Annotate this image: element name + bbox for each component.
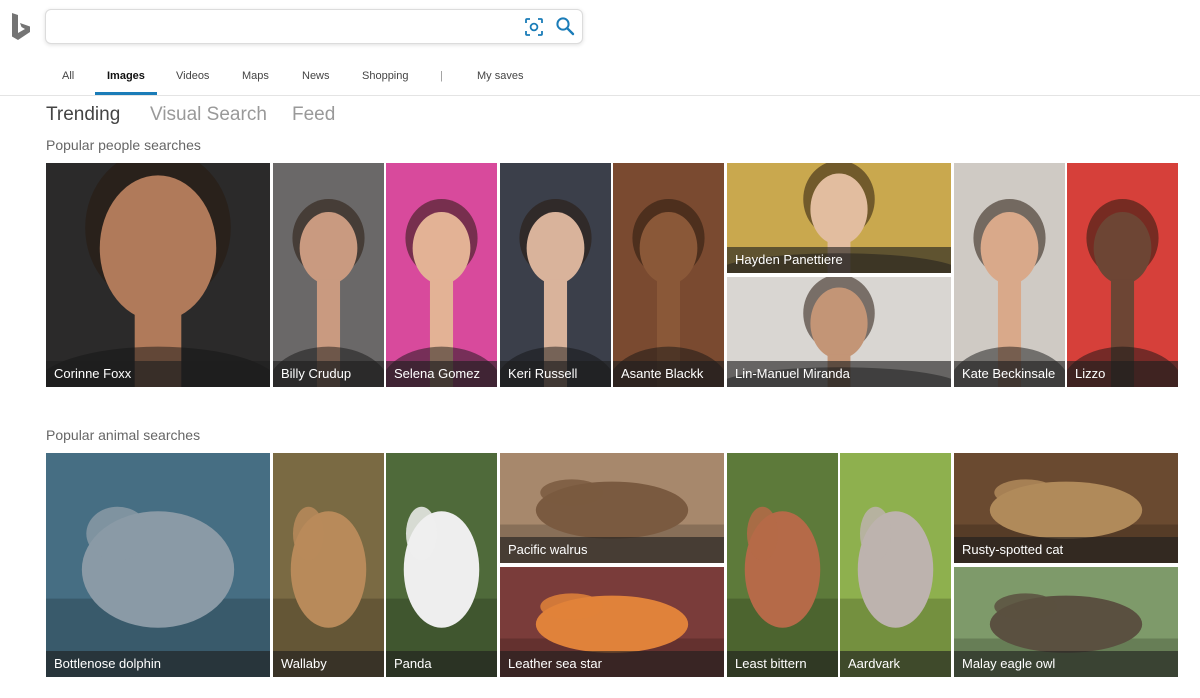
tile-caption: Malay eagle owl — [954, 651, 1178, 677]
image-tile-selena-gomez[interactable]: Selena Gomez — [386, 163, 497, 387]
tile-caption: Least bittern — [727, 651, 838, 677]
tile-caption: Panda — [386, 651, 497, 677]
tile-caption: Asante Blackk — [613, 361, 724, 387]
person-thumbnail — [954, 199, 1065, 387]
tile-caption: Hayden Panettiere — [727, 247, 951, 273]
search-box — [45, 9, 583, 44]
subtab-trending[interactable]: Trending — [46, 104, 120, 126]
person-thumbnail — [500, 199, 611, 387]
image-tile-rusty-spotted-cat[interactable]: Rusty-spotted cat — [954, 453, 1178, 563]
person-thumbnail — [273, 199, 384, 387]
image-tile-wallaby[interactable]: Wallaby — [273, 453, 384, 677]
tab-all[interactable]: All — [62, 70, 74, 94]
tile-caption: Wallaby — [273, 651, 384, 677]
tile-caption: Lizzo — [1067, 361, 1178, 387]
animal-section-title: Popular animal searches — [46, 427, 201, 443]
subtab-visual-search[interactable]: Visual Search — [150, 104, 267, 126]
search-icon[interactable] — [555, 16, 575, 36]
scope-tabs: All Images Videos Maps News Shopping | M… — [0, 58, 1200, 96]
person-thumbnail — [386, 199, 497, 387]
image-tile-billy-crudup[interactable]: Billy Crudup — [273, 163, 384, 387]
tab-shopping[interactable]: Shopping — [362, 70, 409, 94]
person-thumbnail — [613, 199, 724, 387]
image-tile-panda[interactable]: Panda — [386, 453, 497, 677]
image-tile-asante-blackk[interactable]: Asante Blackk — [613, 163, 724, 387]
image-tile-malay-eagle-owl[interactable]: Malay eagle owl — [954, 567, 1178, 677]
tile-caption: Kate Beckinsale — [954, 361, 1065, 387]
tile-caption: Aardvark — [840, 651, 951, 677]
image-tile-lizzo[interactable]: Lizzo — [1067, 163, 1178, 387]
image-tile-aardvark[interactable]: Aardvark — [840, 453, 951, 677]
image-tile-corinne-foxx[interactable]: Corinne Foxx — [46, 163, 270, 387]
tab-my-saves[interactable]: My saves — [477, 70, 523, 94]
subtab-feed[interactable]: Feed — [292, 104, 335, 126]
tile-caption: Billy Crudup — [273, 361, 384, 387]
image-tile-leather-sea-star[interactable]: Leather sea star — [500, 567, 724, 677]
visual-search-icon[interactable] — [524, 17, 544, 37]
tab-separator: | — [440, 70, 443, 82]
animal-thumbnail — [46, 506, 270, 677]
tile-caption: Selena Gomez — [386, 361, 497, 387]
animal-thumbnail — [727, 506, 838, 677]
tab-news[interactable]: News — [302, 70, 330, 94]
search-input[interactable] — [56, 15, 510, 39]
image-tile-least-bittern[interactable]: Least bittern — [727, 453, 838, 677]
people-section-title: Popular people searches — [46, 137, 201, 153]
tab-maps[interactable]: Maps — [242, 70, 269, 94]
image-tile-bottlenose-dolphin[interactable]: Bottlenose dolphin — [46, 453, 270, 677]
animal-thumbnail — [386, 506, 497, 677]
image-tile-kate-beckinsale[interactable]: Kate Beckinsale — [954, 163, 1065, 387]
bing-logo-icon[interactable] — [10, 12, 34, 42]
tile-caption: Bottlenose dolphin — [46, 651, 270, 677]
animal-thumbnail — [840, 506, 951, 677]
tile-caption: Pacific walrus — [500, 537, 724, 563]
tile-caption: Corinne Foxx — [46, 361, 270, 387]
tile-caption: Keri Russell — [500, 361, 611, 387]
image-tile-lin-manuel-miranda[interactable]: Lin-Manuel Miranda — [727, 277, 951, 387]
person-thumbnail — [1067, 199, 1178, 387]
tile-caption: Rusty-spotted cat — [954, 537, 1178, 563]
person-thumbnail — [46, 163, 270, 387]
animal-thumbnail — [273, 506, 384, 677]
tab-images[interactable]: Images — [95, 70, 157, 95]
tile-caption: Lin-Manuel Miranda — [727, 361, 951, 387]
tile-caption: Leather sea star — [500, 651, 724, 677]
image-tile-keri-russell[interactable]: Keri Russell — [500, 163, 611, 387]
tab-videos[interactable]: Videos — [176, 70, 209, 94]
image-tile-hayden-panettiere[interactable]: Hayden Panettiere — [727, 163, 951, 273]
image-tile-pacific-walrus[interactable]: Pacific walrus — [500, 453, 724, 563]
